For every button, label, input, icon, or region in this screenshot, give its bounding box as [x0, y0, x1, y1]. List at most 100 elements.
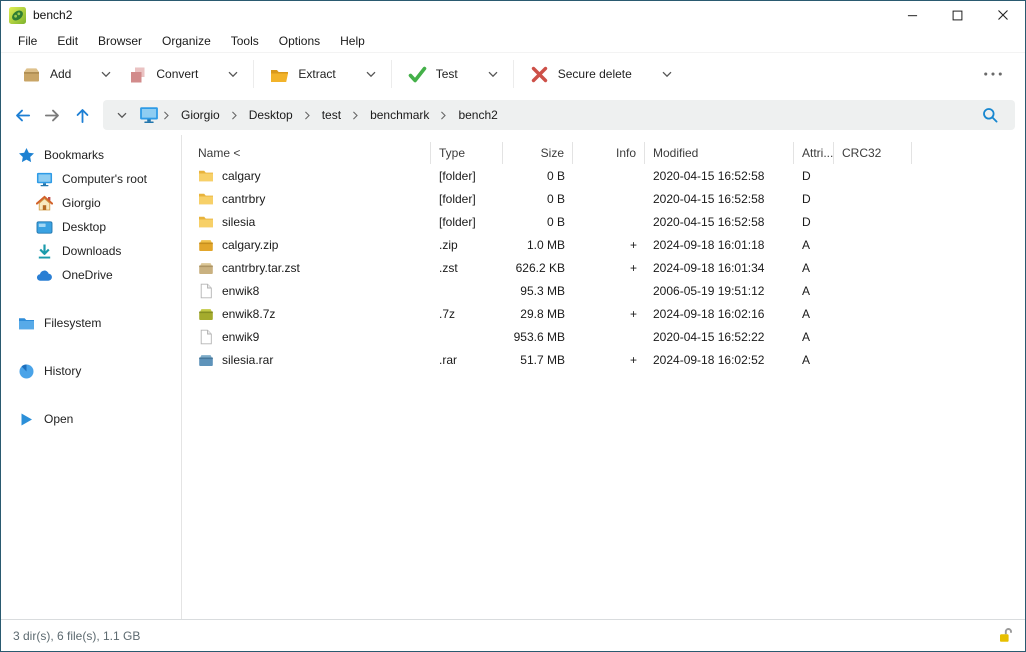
sidebar-item-label: Giorgio: [62, 196, 101, 210]
breadcrumb-item-giorgio[interactable]: Giorgio: [170, 108, 231, 122]
sidebar-item-filesystem[interactable]: Filesystem: [1, 311, 181, 335]
maximize-button[interactable]: [935, 1, 980, 29]
file-modified: 2024-09-18 16:01:18: [653, 237, 765, 252]
7z-archive-icon: [198, 306, 214, 322]
address-bar[interactable]: Giorgio Desktop test benchmark bench2: [103, 100, 1015, 130]
file-modified: 2024-09-18 16:01:34: [653, 260, 765, 275]
table-row[interactable]: cantrbry [folder] 0 B 2020-04-15 16:52:5…: [190, 187, 1025, 210]
file-size: 51.7 MB: [520, 352, 565, 367]
file-info: +: [629, 260, 637, 275]
sidebar-item-history[interactable]: History: [1, 359, 181, 383]
column-header-name[interactable]: Name <: [190, 142, 431, 164]
secure-delete-dropdown[interactable]: [654, 65, 680, 84]
back-button[interactable]: [7, 100, 37, 130]
table-row[interactable]: cantrbry.tar.zst .zst 626.2 KB + 2024-09…: [190, 256, 1025, 279]
menu-item-options[interactable]: Options: [269, 31, 330, 51]
up-button[interactable]: [67, 100, 97, 130]
address-history-dropdown[interactable]: [113, 112, 135, 119]
column-header-modified[interactable]: Modified: [645, 142, 794, 164]
open-icon: [18, 411, 35, 428]
chevron-right-icon: [163, 111, 170, 120]
add-button[interactable]: Add: [13, 58, 77, 91]
file-type: [431, 279, 503, 302]
file-attributes: A: [802, 306, 811, 321]
add-dropdown[interactable]: [93, 65, 119, 84]
menu-item-help[interactable]: Help: [330, 31, 375, 51]
sidebar-item-desktop[interactable]: Desktop: [1, 215, 181, 239]
toolbar-separator: [512, 60, 514, 88]
file-modified: 2020-04-15 16:52:22: [653, 329, 765, 344]
extract-dropdown[interactable]: [358, 65, 384, 84]
column-header-attri[interactable]: Attri...: [794, 142, 834, 164]
minimize-icon: [907, 10, 918, 21]
maximize-icon: [952, 10, 963, 21]
sidebar-item-open[interactable]: Open: [1, 407, 181, 431]
title-bar: bench2: [1, 1, 1025, 29]
breadcrumb-item-test[interactable]: test: [311, 108, 352, 122]
file-panel: Name < Type Size Info Modified Attri... CRC32 …: [182, 135, 1025, 619]
convert-dropdown[interactable]: [220, 65, 246, 84]
menu-item-file[interactable]: File: [8, 31, 47, 51]
sidebar-item-label: Open: [44, 412, 74, 426]
desktop-icon: [36, 219, 53, 236]
table-row[interactable]: calgary.zip .zip 1.0 MB + 2024-09-18 16:…: [190, 233, 1025, 256]
column-header-info[interactable]: Info: [573, 142, 645, 164]
main-area: Bookmarks Computer's root Giorgio Deskto…: [1, 135, 1025, 619]
column-header-crc32[interactable]: CRC32: [834, 142, 912, 164]
menu-item-tools[interactable]: Tools: [221, 31, 269, 51]
file-crc32: [834, 325, 912, 348]
search-button[interactable]: [975, 104, 1005, 126]
table-row[interactable]: enwik8 95.3 MB 2006-05-19 19:51:12 A: [190, 279, 1025, 302]
chevron-down-icon: [662, 71, 672, 78]
chevron-right-icon: [304, 111, 311, 120]
sidebar-item-giorgio[interactable]: Giorgio: [1, 191, 181, 215]
convert-button[interactable]: Convert: [119, 58, 204, 91]
computer-icon[interactable]: [139, 106, 159, 124]
breadcrumb-item-benchmark[interactable]: benchmark: [359, 108, 440, 122]
column-header-type[interactable]: Type: [431, 142, 503, 164]
sidebar-item-downloads[interactable]: Downloads: [1, 239, 181, 263]
minimize-button[interactable]: [890, 1, 935, 29]
secure-delete-button[interactable]: Secure delete: [521, 58, 638, 91]
menu-item-edit[interactable]: Edit: [47, 31, 88, 51]
chevron-right-icon: [304, 111, 311, 120]
column-header-size[interactable]: Size: [503, 142, 573, 164]
chevron-right-icon: [163, 111, 170, 120]
convert-icon: [127, 64, 148, 85]
table-row[interactable]: silesia.rar .rar 51.7 MB + 2024-09-18 16…: [190, 348, 1025, 371]
close-icon: [997, 9, 1009, 21]
computer-icon: [36, 171, 53, 188]
test-dropdown[interactable]: [480, 65, 506, 84]
breadcrumb-item-bench2[interactable]: bench2: [447, 108, 508, 122]
file-info: +: [629, 306, 637, 321]
table-row[interactable]: silesia [folder] 0 B 2020-04-15 16:52:58…: [190, 210, 1025, 233]
file-attributes: A: [802, 237, 811, 252]
more-options-button[interactable]: [973, 65, 1013, 83]
zst-archive-icon: [198, 260, 214, 276]
breadcrumb: Giorgio Desktop test benchmark bench2: [163, 108, 509, 122]
extract-button[interactable]: Extract: [261, 58, 341, 91]
sidebar-item-computer-s-root[interactable]: Computer's root: [1, 167, 181, 191]
file-attributes: D: [802, 168, 811, 183]
menu-item-browser[interactable]: Browser: [88, 31, 152, 51]
table-header: Name < Type Size Info Modified Attri... CRC32: [190, 142, 1025, 164]
test-button[interactable]: Test: [399, 58, 464, 91]
toolbar-group: Convert: [119, 58, 246, 91]
chevron-down-icon: [101, 71, 111, 78]
close-button[interactable]: [980, 1, 1025, 29]
forward-button[interactable]: [37, 100, 67, 130]
unlocked-padlock-icon[interactable]: [996, 627, 1013, 644]
sidebar-item-bookmarks[interactable]: Bookmarks: [1, 143, 181, 167]
toolbar: Add Convert Extract Test Secure delete: [1, 53, 1025, 95]
file-name: calgary.zip: [222, 237, 279, 252]
file-crc32: [834, 302, 912, 325]
sidebar-item-onedrive[interactable]: OneDrive: [1, 263, 181, 287]
breadcrumb-item-desktop[interactable]: Desktop: [238, 108, 304, 122]
table-row[interactable]: calgary [folder] 0 B 2020-04-15 16:52:58…: [190, 164, 1025, 187]
table-row[interactable]: enwik8.7z .7z 29.8 MB + 2024-09-18 16:02…: [190, 302, 1025, 325]
onedrive-cloud-icon: [36, 267, 53, 284]
menu-item-organize[interactable]: Organize: [152, 31, 221, 51]
table-row[interactable]: enwik9 953.6 MB 2020-04-15 16:52:22 A: [190, 325, 1025, 348]
menu-bar: File Edit Browser Organize Tools Options Help: [1, 29, 1025, 53]
toolbar-button-label: Test: [435, 67, 458, 81]
